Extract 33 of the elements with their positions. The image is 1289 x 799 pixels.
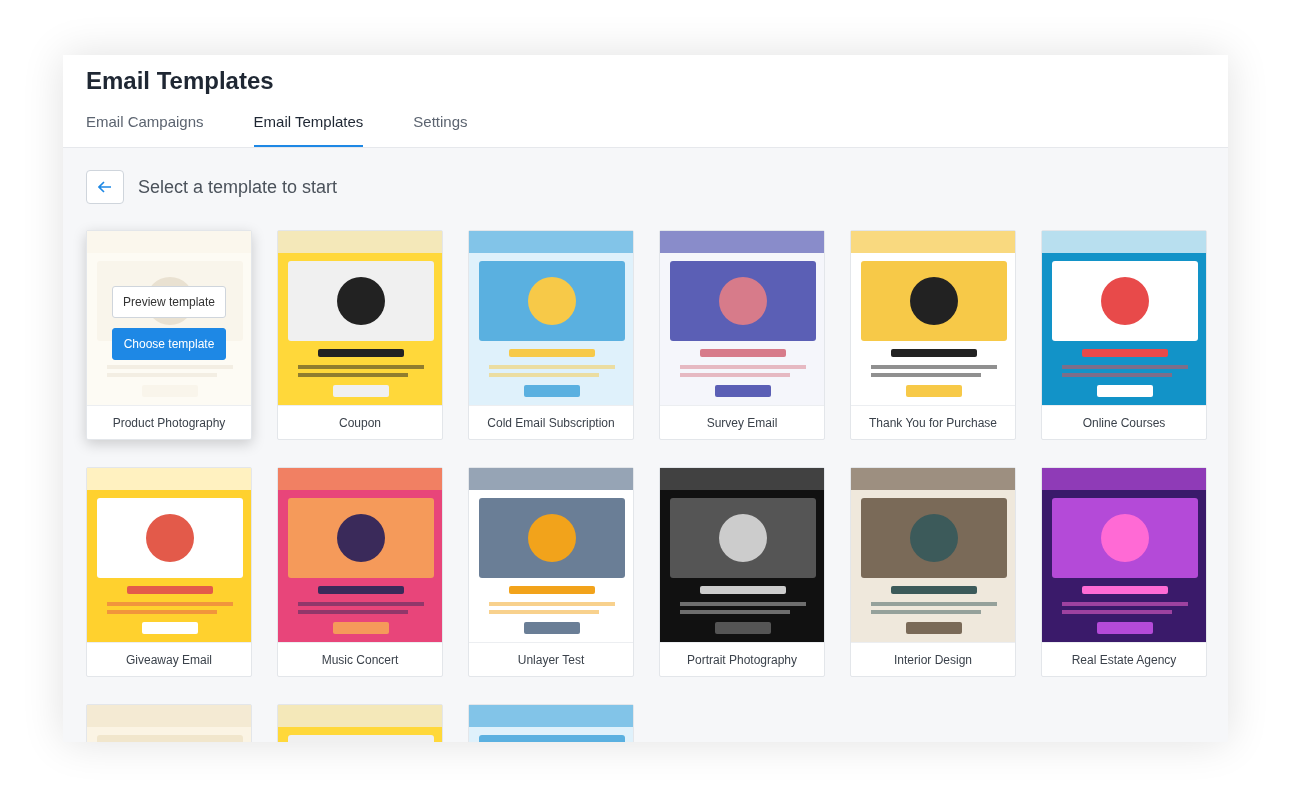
template-card[interactable]: Coupon [277, 230, 443, 440]
template-card[interactable]: Portrait Photography [659, 467, 825, 677]
template-name: Coupon [278, 405, 442, 439]
template-card[interactable]: Online Courses [1041, 230, 1207, 440]
page-title: Email Templates [86, 67, 275, 95]
back-button[interactable] [86, 170, 124, 204]
template-card[interactable]: Preview template Choose template Product Photography [86, 230, 252, 440]
template-card[interactable]: Giveaway Email [86, 467, 252, 677]
preview-template-button[interactable]: Preview template [112, 286, 226, 319]
template-name: Cold Email Subscription [469, 405, 633, 439]
section-heading: Select a template to start [138, 176, 338, 198]
template-name: Music Concert [278, 642, 442, 676]
template-card[interactable]: Thank You for Purchase [850, 230, 1016, 440]
template-card[interactable]: Real Estate Agency [1041, 467, 1207, 677]
template-card[interactable]: Unlayer Test [468, 467, 634, 677]
template-name: Survey Email [660, 405, 824, 439]
template-name: Portrait Photography [660, 642, 824, 676]
template-card[interactable]: Music Concert [277, 467, 443, 677]
tab[interactable]: Email Campaigns [86, 113, 204, 147]
template-name: Unlayer Test [469, 642, 633, 676]
template-name: Real Estate Agency [1042, 642, 1206, 676]
template-name: Product Photography [87, 405, 251, 439]
tab[interactable]: Email Templates [253, 113, 364, 147]
template-name: Thank You for Purchase [851, 405, 1015, 439]
back-arrow-icon [98, 181, 112, 193]
template-name: Online Courses [1042, 405, 1206, 439]
tab[interactable]: Settings [413, 113, 468, 147]
template-name: Giveaway Email [87, 642, 251, 676]
choose-template-button[interactable]: Choose template [112, 328, 226, 361]
template-card[interactable]: Survey Email [659, 230, 825, 440]
template-card[interactable]: Cold Email Subscription [468, 230, 634, 440]
template-card[interactable]: Interior Design [850, 467, 1016, 677]
template-name: Interior Design [851, 642, 1015, 676]
